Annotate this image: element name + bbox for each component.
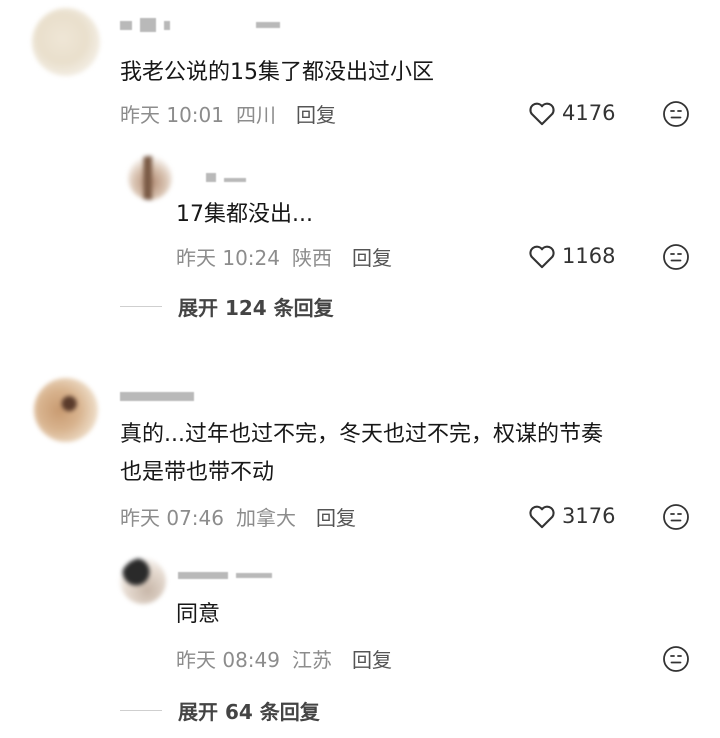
avatar[interactable] [32,8,100,76]
username-blurred[interactable] [120,18,280,32]
divider [120,306,162,307]
heart-outline-icon [529,102,555,126]
reply-button[interactable]: 回复 [316,502,356,531]
heart-outline-icon [529,505,555,529]
reply-location: 江苏 [292,648,332,672]
username-blurred[interactable] [120,392,194,401]
divider [120,710,162,711]
expand-replies-label: 展开 64 条回复 [178,700,320,724]
like-button[interactable]: 4176 [528,100,615,126]
like-count: 4176 [562,101,616,125]
like-count: 3176 [562,504,616,528]
comment-text-line1: 真的...过年也过不完，冬天也过不完，权谋的节奏 [120,422,603,447]
expand-replies-label: 展开 124 条回复 [178,296,334,320]
reply-meta: 昨天 10:24 陕西 回复 [176,242,392,271]
heart-outline-icon [529,245,555,269]
reply-meta: 昨天 08:49 江苏 回复 [176,644,392,673]
reply-button[interactable]: 回复 [296,99,336,128]
meh-face-icon[interactable] [662,503,690,531]
meh-face-icon[interactable] [662,243,690,271]
reply-time: 昨天 08:49 [176,648,280,672]
like-count: 1168 [562,244,616,268]
reply-text: 17集都没出... [176,202,313,227]
comment-meta: 昨天 07:46 加拿大 回复 [120,502,356,531]
like-button[interactable]: 1168 [528,243,615,269]
reply-button[interactable]: 回复 [352,242,392,271]
comment-location: 四川 [236,103,276,127]
comment-text: 我老公说的15集了都没出过小区 [120,60,434,85]
avatar[interactable] [120,558,166,604]
comment-text-line2: 也是带也带不动 [120,460,275,485]
reply-text: 同意 [176,602,221,627]
comment-time: 昨天 10:01 [120,103,224,127]
comment-location: 加拿大 [236,506,296,530]
username-blurred[interactable] [206,172,246,182]
expand-replies-button[interactable]: 展开 64 条回复 [120,696,320,725]
reply-location: 陕西 [292,246,332,270]
username-blurred[interactable] [178,572,272,579]
comment-time: 昨天 07:46 [120,506,224,530]
avatar[interactable] [128,156,172,200]
comment-meta: 昨天 10:01 四川 回复 [120,99,336,128]
meh-face-icon[interactable] [662,100,690,128]
like-button[interactable]: 3176 [528,503,615,529]
meh-face-icon[interactable] [662,645,690,673]
reply-time: 昨天 10:24 [176,246,280,270]
reply-button[interactable]: 回复 [352,644,392,673]
expand-replies-button[interactable]: 展开 124 条回复 [120,292,334,321]
avatar[interactable] [34,378,98,442]
